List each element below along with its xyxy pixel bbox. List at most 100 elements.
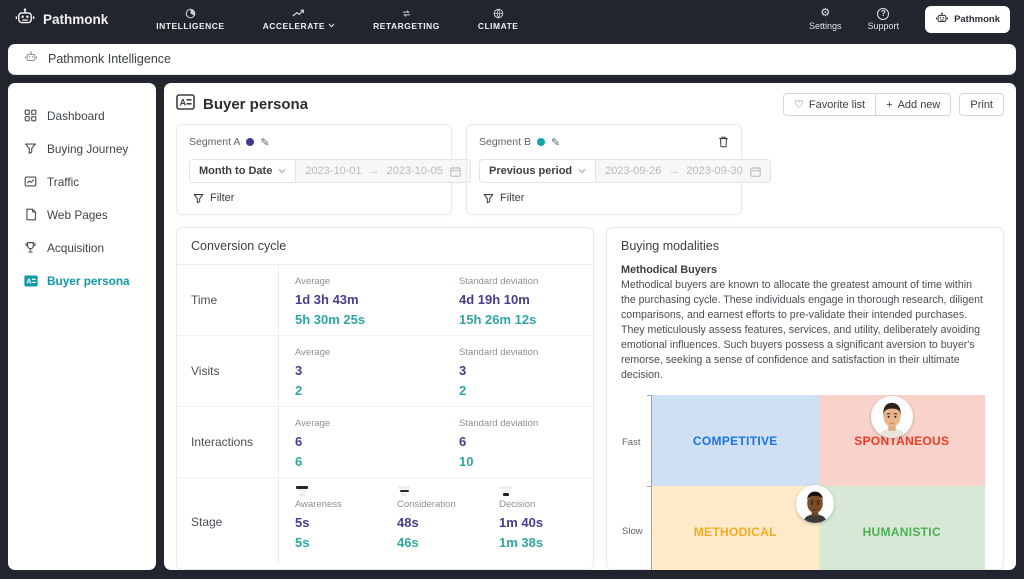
segment-a-period-select[interactable]: Month to Date [190,160,296,182]
table-row-time: Time Average 1d 3h 43m 5h 30m 25s Standa… [177,265,593,336]
column-header-average: Average [295,418,459,429]
gear-icon: ⚙ [820,7,830,20]
segment-b-period-select[interactable]: Previous period [480,160,596,182]
table-row-visits: Visits Average 3 2 Standard deviation 3 … [177,336,593,407]
value-segment-b: 1m 38s [499,533,601,553]
segment-b-filter-button[interactable]: Filter [479,192,729,204]
value-segment-a: 3 [295,361,459,381]
value-segment-a: 48s [397,513,499,533]
sidebar-item-traffic[interactable]: Traffic [8,165,156,198]
settings-button[interactable]: ⚙ Settings [809,7,842,31]
value-segment-b: 46s [397,533,499,553]
value-segment-b: 5h 30m 25s [295,310,459,330]
sidebar-item-acquisition[interactable]: Acquisition [8,231,156,264]
stage-name: Decision [499,499,601,510]
value-segment-b: 10 [459,452,623,472]
value-segment-a: 6 [459,432,623,452]
arrow-icon: → [369,165,380,177]
date-start: 2023-10-01 [305,165,361,177]
sidebar-item-dashboard[interactable]: Dashboard [8,99,156,132]
nav-item-intelligence[interactable]: INTELLIGENCE [156,8,224,31]
sidebar-item-buying-journey[interactable]: Buying Journey [8,132,156,165]
chevron-down-icon [278,168,286,174]
svg-text:A: A [180,98,187,108]
main-panel: A Buyer persona ♡ Favorite list + Add ne… [164,83,1016,570]
calendar-icon [450,166,461,177]
column-header-std: Standard deviation [459,347,623,358]
arrow-icon: → [668,165,679,177]
modality-heading: Methodical Buyers [621,264,989,276]
accelerate-trend-icon [292,8,305,19]
segment-a-date-range[interactable]: 2023-10-01 → 2023-10-05 [296,160,470,182]
nav-label: RETARGETING [373,21,440,31]
grid-icon [23,108,38,123]
app-bar-title: Pathmonk Intelligence [48,52,171,66]
nav-label: ACCELERATE [263,21,325,31]
value-segment-a: 5s [295,513,397,533]
edit-pencil-icon[interactable]: ✎ [551,136,560,149]
add-new-button[interactable]: + Add new [876,93,951,116]
segment-b-date-range[interactable]: 2023-09-26 → 2023-09-30 [596,160,770,182]
question-icon: ? [877,8,889,20]
edit-pencil-icon[interactable]: ✎ [260,136,269,149]
svg-text:A: A [26,278,31,285]
conversion-cycle-card: Conversion cycle Time Average 1d 3h 43m … [176,227,594,570]
pathmonk-gray-icon [24,50,38,69]
column-header-average: Average [295,347,459,358]
quadrant-humanistic: HUMANISTIC [819,486,986,570]
segment-a-card: Segment A ✎ Month to Date 2023-10-01 → 2… [176,124,452,215]
filter-funnel-icon [483,193,494,204]
quadrant-methodical: METHODICAL [652,486,819,570]
heart-icon: ♡ [794,98,804,111]
pathmonk-robot-icon [14,6,36,33]
nav-label: INTELLIGENCE [156,21,224,31]
buying-modalities-card: Buying modalities Methodical Buyers Meth… [606,227,1004,570]
filter-label: Filter [500,192,524,204]
period-value: Month to Date [199,165,272,177]
sidebar-item-label: Acquisition [47,241,104,255]
funnel-stage-middle-icon [397,486,411,496]
delete-trash-icon[interactable] [718,136,729,148]
segment-a-color-dot [246,138,254,146]
print-button[interactable]: Print [959,93,1004,116]
stage-awareness: Awareness 5s 5s [295,486,397,565]
nav-item-accelerate[interactable]: ACCELERATE [263,8,335,31]
sidebar-item-buyer-persona[interactable]: A Buyer persona [8,264,156,297]
value-segment-a: 1d 3h 43m [295,290,459,310]
column-header-std: Standard deviation [459,418,623,429]
app-bar: Pathmonk Intelligence [8,44,1016,75]
nav-item-retargeting[interactable]: RETARGETING [373,8,440,31]
favorite-list-label: Favorite list [809,99,865,111]
quadrant-competitive: COMPETITIVE [652,395,819,486]
brand-name: Pathmonk [43,12,108,27]
buying-modalities-quadrant-chart: COMPETITIVE SPONTANEOUS METHODICAL HUMAN… [621,393,989,570]
stage-name: Awareness [295,499,397,510]
stage-consideration: Consideration 48s 46s [397,486,499,565]
sidebar-item-web-pages[interactable]: Web Pages [8,198,156,231]
add-new-label: Add new [898,99,941,111]
funnel-stage-bottom-icon [499,486,513,496]
table-row-interactions: Interactions Average 6 6 Standard deviat… [177,407,593,478]
date-end: 2023-09-30 [686,165,742,177]
modality-description: Methodical buyers are known to allocate … [621,278,989,383]
nav-item-climate[interactable]: CLIMATE [478,8,519,31]
column-header-std: Standard deviation [459,276,623,287]
segment-a-filter-button[interactable]: Filter [189,192,439,204]
y-tick [647,395,651,396]
y-axis-label-slow: Slow [622,526,646,537]
brand[interactable]: Pathmonk [14,6,108,33]
row-label: Interactions [177,407,279,477]
filter-label: Filter [210,192,234,204]
value-segment-b: 2 [295,381,459,401]
chart-icon [23,174,38,189]
favorite-list-button[interactable]: ♡ Favorite list [783,93,876,116]
support-label: Support [868,21,900,31]
value-segment-a: 6 [295,432,459,452]
value-segment-b: 5s [295,533,397,553]
support-button[interactable]: ? Support [868,8,900,31]
date-start: 2023-09-26 [605,165,661,177]
column-header-average: Average [295,276,459,287]
value-segment-a: 3 [459,361,623,381]
account-button[interactable]: Pathmonk [925,6,1010,33]
quadrant-label: COMPETITIVE [693,434,778,448]
